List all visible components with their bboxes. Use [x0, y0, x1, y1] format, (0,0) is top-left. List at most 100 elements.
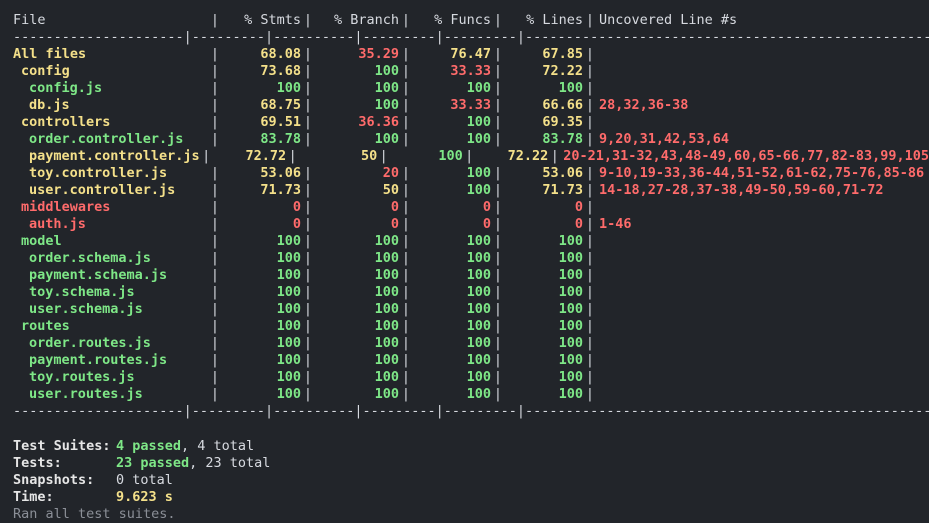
- column-divider: |: [585, 63, 595, 79]
- row-file: middlewares: [21, 199, 111, 215]
- column-divider: |: [401, 97, 411, 113]
- column-divider: |: [585, 165, 595, 181]
- column-divider: |: [401, 63, 411, 79]
- row-funcs: 100: [466, 301, 491, 317]
- column-divider: |: [493, 131, 503, 147]
- column-divider: |: [210, 267, 220, 283]
- column-divider: |: [379, 148, 388, 164]
- summary-suites-passed: 4 passed: [116, 438, 182, 454]
- column-divider: |: [303, 80, 313, 96]
- row-lines: 69.35: [542, 114, 583, 130]
- row-file: payment.controller.js: [29, 148, 200, 164]
- row-funcs: 100: [466, 114, 491, 130]
- row-funcs: 100: [466, 131, 491, 147]
- summary-tests: Tests: 23 passed, 23 total: [13, 455, 929, 472]
- row-lines: 100: [558, 267, 583, 283]
- column-divider: |: [401, 114, 411, 130]
- row-funcs: 33.33: [450, 63, 491, 79]
- column-divider: |: [401, 369, 411, 385]
- column-divider: |: [210, 318, 220, 334]
- column-divider: |: [493, 233, 503, 249]
- column-divider: |: [585, 352, 595, 368]
- column-divider: |: [493, 386, 503, 402]
- column-divider: |: [401, 46, 411, 62]
- row-stmts: 69.51: [260, 114, 301, 130]
- column-divider: |: [585, 131, 595, 147]
- row-funcs: 100: [466, 182, 491, 198]
- column-divider: |: [493, 267, 503, 283]
- column-divider: |: [401, 216, 411, 232]
- column-divider: |: [303, 131, 313, 147]
- row-file: user.controller.js: [29, 182, 176, 198]
- row-lines: 100: [558, 284, 583, 300]
- row-file: order.routes.js: [29, 335, 151, 351]
- row-funcs: 100: [466, 352, 491, 368]
- row-stmts: 0: [292, 216, 301, 232]
- column-divider: |: [401, 301, 411, 317]
- row-lines: 100: [558, 386, 583, 402]
- row-file: db.js: [29, 97, 70, 113]
- table-row: auth.js | 0 | 0 | 0 | 0 | 1-46: [13, 216, 929, 233]
- row-lines: 100: [558, 369, 583, 385]
- table-row: db.js | 68.75 | 100 | 33.33 | 66.66 | 28,32,36-38: [13, 97, 929, 114]
- column-divider: |: [585, 284, 595, 300]
- table-row: payment.controller.js | 72.72 | 50 | 100 | 72.22…: [13, 148, 929, 165]
- column-divider: |: [210, 369, 220, 385]
- column-divider: |: [210, 233, 220, 249]
- row-stmts: 100: [276, 233, 301, 249]
- column-divider: |: [303, 335, 313, 351]
- header-row: File | % Stmts | % Branch | % Funcs | % Line…: [13, 12, 738, 28]
- row-branch: 100: [374, 301, 399, 317]
- row-stmts: 100: [276, 386, 301, 402]
- column-divider: |: [465, 148, 474, 164]
- row-stmts: 71.73: [260, 182, 301, 198]
- row-branch: 100: [374, 63, 399, 79]
- row-branch: 0: [390, 199, 399, 215]
- row-branch: 100: [374, 386, 399, 402]
- column-divider: |: [210, 80, 220, 96]
- row-funcs: 100: [466, 369, 491, 385]
- row-file: user.routes.js: [29, 386, 143, 402]
- column-divider: |: [585, 97, 595, 113]
- column-divider: |: [401, 386, 411, 402]
- row-file: payment.routes.js: [29, 352, 168, 368]
- row-branch: 0: [390, 216, 399, 232]
- column-divider: |: [401, 352, 411, 368]
- row-lines: 67.85: [542, 46, 583, 62]
- table-row: order.controller.js | 83.78 | 100 | 100 | 83.78 |…: [13, 131, 929, 148]
- row-stmts: 100: [276, 301, 301, 317]
- table-row: controllers | 69.51 | 36.36 | 100 | 69.35 |: [13, 114, 929, 131]
- column-divider: |: [210, 352, 220, 368]
- column-divider: |: [210, 114, 220, 130]
- row-stmts: 73.68: [260, 63, 301, 79]
- row-branch: 100: [374, 97, 399, 113]
- table-row: payment.schema.js | 100 | 100 | 100 | 100 |: [13, 267, 929, 284]
- table-row: toy.schema.js | 100 | 100 | 100 | 100 |: [13, 284, 929, 301]
- column-divider: |: [585, 80, 595, 96]
- row-stmts: 100: [276, 284, 301, 300]
- row-funcs: 76.47: [450, 46, 491, 62]
- column-divider: |: [401, 284, 411, 300]
- row-funcs: 100: [466, 284, 491, 300]
- row-uncovered: 20-21,31-32,43,48-49,60,65-66,77,82-83,9…: [563, 148, 929, 164]
- row-uncovered: [597, 267, 599, 284]
- column-divider: |: [303, 267, 313, 283]
- column-divider: |: [550, 148, 559, 164]
- column-divider: |: [585, 301, 595, 317]
- column-divider: |: [303, 97, 313, 113]
- column-divider: |: [210, 182, 220, 198]
- table-row: order.routes.js | 100 | 100 | 100 | 100 |: [13, 335, 929, 352]
- column-divider: |: [288, 148, 297, 164]
- row-file: config.js: [29, 80, 103, 96]
- header-stmts: % Stmts: [244, 12, 301, 28]
- column-divider: |: [303, 216, 313, 232]
- row-funcs: 100: [466, 233, 491, 249]
- row-uncovered: [597, 46, 599, 63]
- column-divider: |: [585, 182, 595, 198]
- column-divider: |: [585, 199, 595, 215]
- row-file: config: [21, 63, 70, 79]
- column-divider: |: [303, 318, 313, 334]
- row-file: controllers: [21, 114, 111, 130]
- table-row: middlewares | 0 | 0 | 0 | 0 |: [13, 199, 929, 216]
- column-divider: |: [401, 165, 411, 181]
